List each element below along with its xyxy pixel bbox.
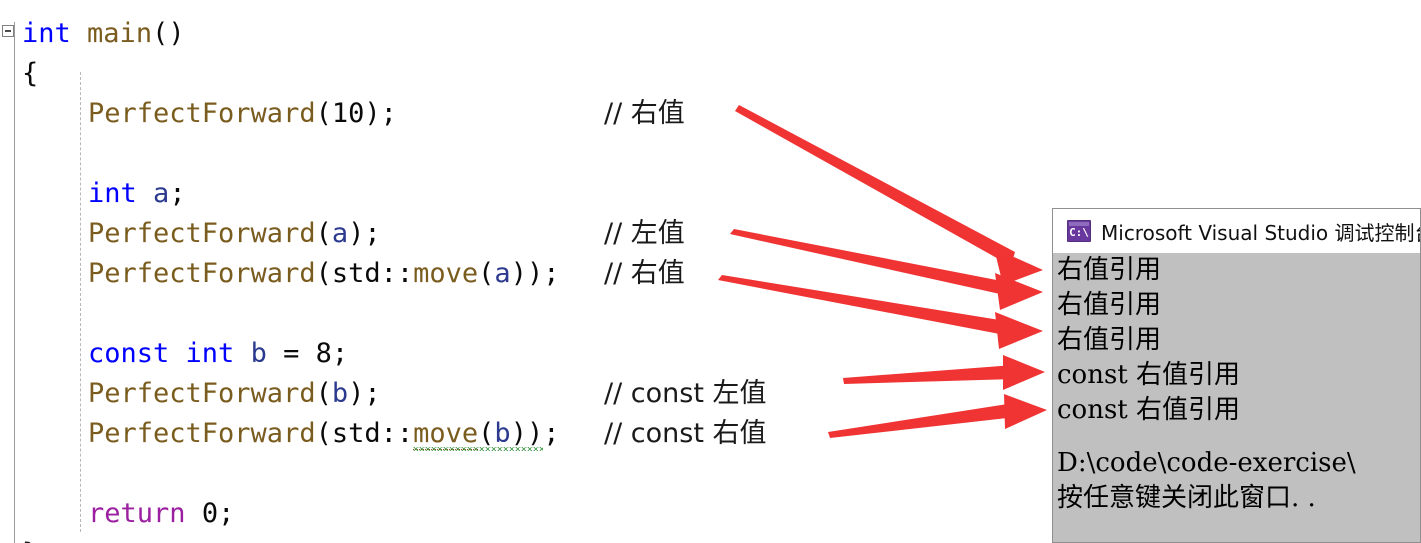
- token-close: );: [364, 98, 397, 129]
- outlining-gutter-line: [14, 22, 15, 543]
- console-path-line: D:\code\code-exercise\: [1057, 448, 1356, 478]
- comment-line-6: // 左值: [604, 218, 685, 249]
- console-output-line: 右值引用: [1057, 325, 1162, 355]
- token-keyword: int: [22, 18, 71, 49]
- token-semicolon: ;: [218, 498, 235, 529]
- collapse-region-icon[interactable]: [2, 25, 14, 37]
- token-function-main: main: [87, 18, 153, 49]
- token-function-perfectforward: PerfectForward: [88, 218, 316, 249]
- token-close: ));: [510, 258, 560, 289]
- token-paren: (: [478, 418, 495, 449]
- comment-line-11: // const 右值: [604, 418, 767, 449]
- code-line-6-code[interactable]: PerfectForward(a);: [88, 214, 381, 254]
- console-output-line: 右值引用: [1057, 255, 1162, 285]
- console-output-line: const 右值引用: [1057, 360, 1241, 390]
- code-line-13[interactable]: return 0;: [88, 494, 234, 534]
- code-line-11-code[interactable]: PerfectForward(std::move(b));: [88, 414, 559, 454]
- token-paren: (: [478, 258, 495, 289]
- token-close: )): [510, 418, 544, 449]
- token-keyword-return: return: [88, 498, 186, 529]
- console-output-line: 右值引用: [1057, 290, 1162, 320]
- code-line-5[interactable]: int a;: [88, 174, 186, 214]
- comment-line-3: // 右值: [604, 98, 685, 129]
- token-semicolon: ;: [169, 178, 186, 209]
- token-close: );: [348, 218, 381, 249]
- code-line-14[interactable]: }: [22, 534, 38, 543]
- token-keyword-int: int: [88, 178, 137, 209]
- code-line-9[interactable]: const int b = 8;: [88, 334, 348, 374]
- token-variable-a: a: [153, 178, 170, 209]
- screenshot-root: int main() { PerfectForward(10); // 右值 i…: [0, 0, 1421, 543]
- code-line-3-code[interactable]: PerfectForward(10);: [88, 94, 397, 134]
- token-brace-open: {: [22, 58, 39, 89]
- token-function-move: move: [413, 258, 479, 289]
- code-line-2[interactable]: {: [22, 54, 38, 94]
- console-icon-glyph: C:\: [1069, 226, 1089, 239]
- token-parens: (): [152, 18, 185, 49]
- comment-line-7: // 右值: [604, 258, 685, 289]
- console-prompt-line: 按任意键关闭此窗口. .: [1057, 483, 1316, 513]
- token-variable-a: a: [494, 258, 511, 289]
- token-paren: (: [315, 378, 332, 409]
- indent-guide: [80, 72, 81, 532]
- console-title-text: Microsoft Visual Studio 调试控制台: [1101, 220, 1421, 245]
- token-semicolon: ;: [543, 418, 560, 449]
- token-assign: =: [266, 338, 316, 369]
- token-paren: (: [315, 218, 332, 249]
- comment-line-10: // const 左值: [604, 378, 767, 409]
- token-number: 0: [201, 498, 219, 529]
- console-title-bar[interactable]: C:\ Microsoft Visual Studio 调试控制台: [1053, 209, 1420, 253]
- console-output-line: const 右值引用: [1057, 395, 1241, 425]
- token-paren: (: [315, 98, 332, 129]
- token-function-perfectforward: PerfectForward: [88, 378, 316, 409]
- token-paren: (std::: [315, 418, 414, 449]
- token-function-perfectforward: PerfectForward: [88, 418, 316, 449]
- token-variable-b: b: [331, 378, 349, 409]
- token-variable-a: a: [331, 218, 349, 249]
- token-variable-b: b: [494, 418, 511, 449]
- code-line-10-code[interactable]: PerfectForward(b);: [88, 374, 381, 414]
- console-cmd-icon: C:\: [1067, 220, 1091, 242]
- code-line-1[interactable]: int main(): [22, 14, 185, 54]
- token-function-move[interactable]: move: [413, 418, 479, 450]
- token-semicolon: ;: [331, 338, 349, 369]
- code-editor[interactable]: int main() { PerfectForward(10); // 右值 i…: [0, 0, 1050, 543]
- code-line-7-code[interactable]: PerfectForward(std::move(a));: [88, 254, 559, 294]
- token-number: 8: [315, 338, 332, 369]
- token-keyword-const-int: const int: [88, 338, 235, 369]
- token-paren: (std::: [315, 258, 414, 289]
- console-output-area[interactable]: 右值引用 右值引用 右值引用 const 右值引用 const 右值引用 D:\…: [1053, 253, 1420, 542]
- token-close: );: [348, 378, 381, 409]
- token-function-perfectforward: PerfectForward: [88, 258, 316, 289]
- token-variable-b: b: [250, 338, 267, 369]
- debug-console-window[interactable]: C:\ Microsoft Visual Studio 调试控制台 右值引用 右…: [1052, 208, 1421, 543]
- token-number: 10: [331, 98, 365, 129]
- token-function-perfectforward: PerfectForward: [88, 98, 316, 129]
